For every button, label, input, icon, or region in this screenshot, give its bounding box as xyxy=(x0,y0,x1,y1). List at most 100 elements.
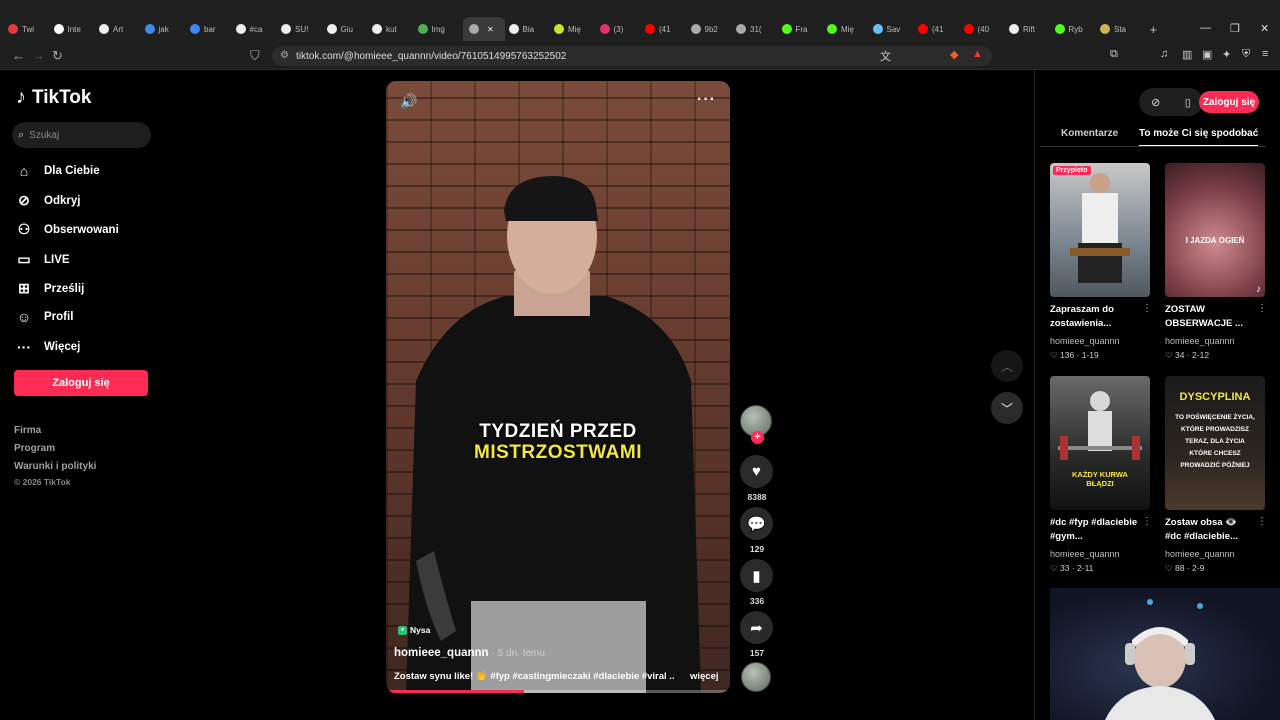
share-button[interactable]: ➦ xyxy=(740,611,773,644)
browser-tab[interactable]: kut xyxy=(372,17,408,41)
browser-tab[interactable]: SU! xyxy=(281,17,317,41)
volume-icon[interactable]: 🔊 xyxy=(400,93,417,110)
phone-icon[interactable]: ▯ xyxy=(1185,96,1191,109)
more-link[interactable]: więcej xyxy=(690,671,719,682)
like-button[interactable]: ♥ xyxy=(740,455,773,488)
forward-icon[interactable]: → xyxy=(32,48,45,63)
back-icon[interactable]: ← xyxy=(12,48,25,63)
nav-item-more[interactable]: ··· Więcej xyxy=(16,339,80,355)
previous-video-button[interactable]: ︿ xyxy=(991,350,1023,382)
browser-tab[interactable]: Sav xyxy=(872,17,909,41)
tab-recommended[interactable]: To może Ci się spodobać xyxy=(1139,128,1259,147)
translate-icon[interactable]: 文 xyxy=(880,48,891,64)
video-author[interactable]: homieee_quannn · 5 dn. temu xyxy=(394,647,545,659)
browser-tab[interactable]: (40 xyxy=(963,17,1000,41)
tab-label: Giu xyxy=(340,24,353,34)
vpn-icon[interactable]: ⛨ xyxy=(1242,48,1250,61)
card-menu-icon[interactable]: ⋮ xyxy=(1257,303,1267,314)
wallet-icon[interactable]: ▣ xyxy=(1202,48,1212,61)
footer-link-program[interactable]: Program xyxy=(14,443,55,454)
author-name: homieee_quannn xyxy=(394,647,489,659)
browser-tab[interactable]: ✕ xyxy=(463,17,505,41)
comment-button[interactable]: 💬 xyxy=(740,507,773,540)
card-user[interactable]: homieee_quannn xyxy=(1165,336,1235,346)
next-video-button[interactable]: ﹀ xyxy=(991,392,1023,424)
browser-tab[interactable]: (3) xyxy=(599,17,636,41)
sidebar-icon[interactable]: ▥ xyxy=(1182,48,1192,61)
extensions-icon[interactable]: ⧉ xyxy=(1110,48,1118,61)
location-tag[interactable]: ● Nysa xyxy=(398,625,430,635)
browser-tab[interactable]: Sta xyxy=(1100,17,1136,41)
video-thumbnail[interactable]: Przypięto xyxy=(1050,163,1150,297)
card-user[interactable]: homieee_quannn xyxy=(1050,549,1120,559)
browser-tab[interactable]: 9b2 xyxy=(690,17,727,41)
browser-tab[interactable]: Mię xyxy=(827,17,863,41)
search-input[interactable]: ⌕ Szukaj xyxy=(12,122,151,148)
browser-tab[interactable]: Bia xyxy=(508,17,545,41)
browser-tab[interactable]: Mię xyxy=(554,17,590,41)
video-progress-bar[interactable] xyxy=(386,690,730,693)
nav-item-upload[interactable]: ⊞ Prześlij xyxy=(16,280,84,297)
footer-link-company[interactable]: Firma xyxy=(14,425,41,436)
card-user[interactable]: homieee_quannn xyxy=(1165,549,1235,559)
new-tab-button[interactable]: + xyxy=(1150,17,1158,41)
browser-tab[interactable]: Twi xyxy=(8,17,44,41)
video-options-icon[interactable]: ··· xyxy=(697,91,716,109)
login-button[interactable]: Zaloguj się xyxy=(14,370,148,396)
minimize-icon[interactable]: — xyxy=(1200,22,1211,34)
browser-tab[interactable]: bar xyxy=(190,17,226,41)
save-button[interactable]: ▮ xyxy=(740,559,773,592)
browser-tab[interactable]: 31( xyxy=(736,17,772,41)
maximize-icon[interactable]: ❐ xyxy=(1230,22,1240,35)
close-window-icon[interactable]: ✕ xyxy=(1260,22,1269,35)
browser-tab[interactable]: Fra xyxy=(781,17,818,41)
browser-tab[interactable]: #ca xyxy=(235,17,272,41)
browser-tab[interactable]: Art xyxy=(99,17,135,41)
follow-icon[interactable]: + xyxy=(751,431,764,444)
menu-icon[interactable]: ≡ xyxy=(1262,48,1268,60)
browser-tab[interactable]: Giu xyxy=(326,17,363,41)
browser-tab[interactable]: Ryb xyxy=(1054,17,1091,41)
more-icon: ··· xyxy=(17,339,31,355)
login-button-top[interactable]: Zaloguj się xyxy=(1199,91,1259,113)
site-info-icon[interactable]: ⚙ xyxy=(280,50,289,61)
card-title[interactable]: #dc #fyp #dlaciebie #gym... xyxy=(1050,516,1138,544)
brave-rewards-icon[interactable]: ▲ xyxy=(972,48,983,60)
tiktok-logo[interactable]: ♪ TikTok xyxy=(16,86,91,109)
nav-item-profile[interactable]: ☺ Profil xyxy=(16,309,74,325)
video-thumbnail[interactable]: I JAZDA OGIEŃ ♪ xyxy=(1165,163,1265,297)
card-title[interactable]: Zostaw obsa 👁️ #dc #dlaciebie... xyxy=(1165,516,1253,544)
card-user[interactable]: homieee_quannn xyxy=(1050,336,1120,346)
media-icon[interactable]: ♫ xyxy=(1160,48,1168,60)
sound-avatar[interactable] xyxy=(741,662,771,692)
ai-icon[interactable]: ✦ xyxy=(1222,48,1231,61)
card-title[interactable]: Zapraszam do zostawienia... xyxy=(1050,303,1138,331)
save-count: 336 xyxy=(749,596,765,606)
compass-small-icon[interactable]: ⊘ xyxy=(1151,96,1160,109)
bookmark-icon[interactable]: ⛉ xyxy=(250,48,260,64)
browser-tab[interactable]: Inte xyxy=(53,17,90,41)
nav-item-live[interactable]: ▭ LIVE xyxy=(16,251,69,268)
reload-icon[interactable]: ↻ xyxy=(52,48,63,64)
browser-tab[interactable]: (41 xyxy=(645,17,681,41)
browser-tab[interactable]: jak xyxy=(144,17,181,41)
brave-shield-icon[interactable]: ◆ xyxy=(950,48,958,61)
card-menu-icon[interactable]: ⋮ xyxy=(1142,303,1152,314)
tab-comments[interactable]: Komentarze xyxy=(1061,128,1118,139)
nav-item-explore[interactable]: ⊘ Odkryj xyxy=(16,192,80,209)
card-menu-icon[interactable]: ⋮ xyxy=(1257,516,1267,527)
location-name: Nysa xyxy=(410,625,431,635)
nav-item-following[interactable]: ⚇ Obserwowani xyxy=(16,221,119,238)
nav-item-for-you[interactable]: ⌂ Dla Ciebie xyxy=(16,163,100,179)
footer-link-terms[interactable]: Warunki i polityki xyxy=(14,461,96,472)
browser-tab[interactable]: (41 xyxy=(918,17,954,41)
browser-tab[interactable]: Rift xyxy=(1009,17,1045,41)
video-player[interactable]: 🔊 ··· TYDZIEŃ PRZED MISTRZOSTWAMI ● Nysa … xyxy=(386,81,730,693)
close-tab-icon[interactable]: ✕ xyxy=(487,25,494,34)
card-menu-icon[interactable]: ⋮ xyxy=(1142,516,1152,527)
card-title[interactable]: ZOSTAW OBSERWACJE ... xyxy=(1165,303,1253,331)
browser-tab[interactable]: Img xyxy=(417,17,454,41)
video-thumbnail[interactable]: KAŻDY KURWA BŁĄDZI xyxy=(1050,376,1150,510)
video-thumbnail[interactable]: DYSCYPLINA TO POŚWIĘCENIE ŻYCIA, KTÓRE P… xyxy=(1165,376,1265,510)
card-date: 2-12 xyxy=(1192,350,1210,360)
